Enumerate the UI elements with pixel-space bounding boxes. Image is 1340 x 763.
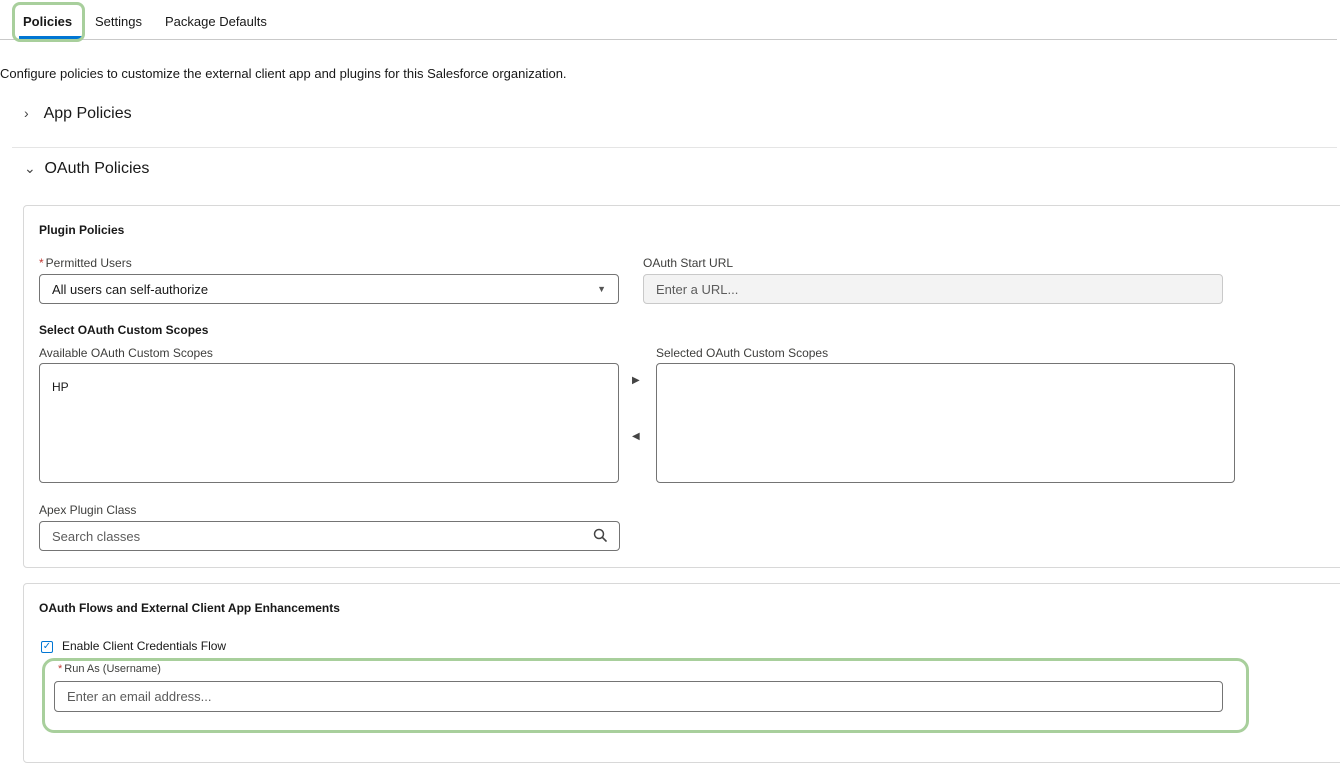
tab-settings[interactable]: Settings [95,14,142,29]
available-scopes-listbox[interactable] [39,363,619,483]
apex-plugin-class-search[interactable]: Search classes [39,521,620,551]
tab-package-defaults[interactable]: Package Defaults [165,14,267,29]
policies-tab-highlight [12,2,85,42]
move-right-arrow-icon[interactable]: ▶ [632,375,640,386]
permitted-users-select[interactable]: All users can self-authorize ▼ [39,274,619,304]
tab-divider [0,39,1337,40]
client-credentials-checkbox[interactable]: ✓ [41,641,53,653]
search-icon [593,528,607,545]
oauth-policies-label: OAuth Policies [44,160,150,177]
intro-text: Configure policies to customize the exte… [0,66,567,81]
oauth-start-url-input[interactable]: Enter a URL... [643,274,1223,304]
list-item[interactable]: HP [52,380,69,394]
tab-bar: Policies Settings Package Defaults [0,0,1340,40]
run-as-highlight [42,658,1249,733]
app-policies-toggle[interactable]: › App Policies [24,105,132,123]
client-credentials-label: Enable Client Credentials Flow [62,639,227,653]
permitted-users-label: * Permitted Users [39,256,132,270]
selected-scopes-listbox[interactable] [656,363,1235,483]
chevron-down-icon: ⌄ [24,160,36,176]
apex-plugin-class-placeholder: Search classes [52,528,141,544]
move-left-arrow-icon[interactable]: ◀ [632,431,640,442]
app-policies-label: App Policies [43,105,132,122]
oauth-start-url-label: OAuth Start URL [643,256,734,270]
selected-scopes-label: Selected OAuth Custom Scopes [656,346,829,360]
oauth-flows-title: OAuth Flows and External Client App Enha… [39,601,340,615]
required-marker: * [39,256,44,270]
oauth-start-url-placeholder: Enter a URL... [656,281,739,297]
apex-plugin-class-label: Apex Plugin Class [39,503,137,517]
custom-scopes-title: Select OAuth Custom Scopes [39,323,209,337]
oauth-policies-toggle[interactable]: ⌄ OAuth Policies [24,160,149,178]
section-divider [12,147,1337,148]
available-scopes-label: Available OAuth Custom Scopes [39,346,213,360]
plugin-policies-title: Plugin Policies [39,223,125,237]
chevron-right-icon: › [24,105,29,121]
permitted-users-value: All users can self-authorize [52,281,209,297]
caret-down-icon: ▼ [597,284,606,294]
permitted-users-label-text: Permitted Users [45,256,132,270]
